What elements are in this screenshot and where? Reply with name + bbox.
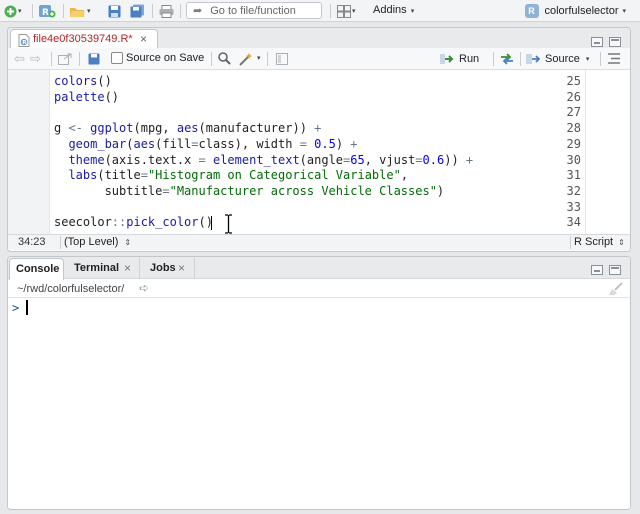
maximize-console-button[interactable] (609, 265, 621, 275)
console-path-bar: ~/rwd/colorfulselector/ ➪ (8, 280, 630, 298)
pane-layout-button[interactable]: ▾ (337, 3, 356, 19)
tab-jobs-label: Jobs (150, 262, 176, 274)
new-file-button[interactable]: ▾ (4, 3, 22, 19)
goto-file-input[interactable]: ➦ Go to file/function (186, 2, 322, 19)
editor-margin (585, 70, 630, 234)
code-line[interactable]: geom_bar(aes(fill=class), width = 0.5) + (54, 137, 357, 151)
run-button[interactable]: Run (440, 50, 479, 67)
tab-file-name: file4e0f30539749.R* (33, 33, 133, 45)
scope-label: (Top Level) (64, 236, 119, 248)
run-label: Run (459, 52, 480, 65)
minimize-console-button[interactable] (591, 265, 603, 275)
line-number: 26 (566, 89, 581, 104)
project-name: colorfulselector (544, 5, 619, 17)
new-project-icon: R (39, 5, 56, 18)
updown-icon: ⇕ (618, 237, 625, 247)
code-line[interactable]: theme(axis.text.x = element_text(angle=6… (54, 153, 473, 167)
text-cursor (211, 216, 212, 230)
save-file-icon[interactable] (88, 53, 100, 65)
source-on-save-checkbox[interactable] (111, 52, 123, 64)
r-file-icon: R (18, 34, 30, 47)
line-number: 25 (566, 74, 581, 88)
addins-label: Addins (373, 4, 407, 16)
line-number: 34 (566, 215, 581, 230)
code-line[interactable]: labs(title="Histogram on Categorical Var… (54, 168, 408, 182)
line-number: 27 (566, 105, 581, 120)
show-in-window-icon[interactable] (58, 53, 72, 65)
back-arrow-icon[interactable]: ⇦ (14, 51, 25, 67)
save-button[interactable] (108, 3, 121, 19)
code-line[interactable]: palette() (54, 90, 119, 104)
outline-icon[interactable] (276, 53, 288, 65)
console-cursor (26, 300, 28, 315)
file-type-selector[interactable]: R Script ⇕ (574, 236, 625, 248)
ibeam-cursor-icon (225, 214, 232, 234)
line-number: 28 (566, 121, 581, 136)
main-toolbar: ▾ R ▾ ➦ Go to file/function ▾ Addins ▾ R… (0, 0, 640, 22)
tab-jobs[interactable]: Jobs × (141, 258, 195, 279)
minimize-source-button[interactable] (591, 37, 603, 47)
line-number: 30 (566, 152, 581, 167)
file-type-label: R Script (574, 236, 614, 248)
tab-source-file[interactable]: R file4e0f30539749.R* × (10, 29, 158, 49)
folder-open-icon (70, 7, 85, 17)
plus-icon (4, 5, 17, 17)
svg-text:R: R (42, 8, 49, 18)
code-line[interactable]: subtitle="Manufacturer across Vehicle Cl… (54, 184, 445, 198)
search-icon[interactable] (218, 52, 231, 65)
tab-console-label: Console (16, 263, 60, 275)
print-button[interactable] (159, 3, 174, 19)
line-number: 29 (566, 136, 581, 151)
goto-placeholder: Go to file/function (210, 4, 296, 17)
line-number: 32 (566, 183, 581, 198)
code-line[interactable]: seecolor::pick_color() (54, 215, 213, 229)
source-arrow-icon (526, 53, 540, 64)
addins-menu[interactable]: Addins ▾ (373, 4, 414, 16)
source-button[interactable]: Source ▾ (526, 50, 589, 67)
goto-dir-arrow-icon[interactable]: ➪ (139, 281, 149, 295)
source-on-save-label: Source on Save (126, 52, 205, 64)
tab-terminal-label: Terminal (74, 262, 120, 274)
working-directory: ~/rwd/colorfulselector/ (17, 283, 125, 295)
save-icon (108, 5, 121, 17)
r-project-icon: R (524, 4, 539, 18)
magic-wand-icon[interactable] (239, 52, 253, 66)
code-editor[interactable]: 25 colors() 26 palette() 27 28 g <- ggplot(mpg… (8, 70, 585, 234)
open-file-button[interactable]: ▾ (69, 3, 91, 19)
forward-arrow-icon[interactable]: ⇨ (30, 51, 41, 67)
project-menu[interactable]: R colorfulselector ▾ (524, 4, 626, 18)
close-icon[interactable]: × (178, 261, 185, 275)
console-output[interactable]: > (8, 298, 630, 508)
line-number: 33 (566, 199, 581, 214)
new-project-button[interactable]: R (38, 3, 56, 19)
close-icon[interactable]: × (124, 261, 131, 275)
goto-arrow-icon: ➦ (193, 5, 203, 17)
cursor-position: 34:23 (18, 236, 46, 248)
line-number-gutter (8, 70, 50, 234)
save-all-icon (130, 4, 144, 18)
tab-close-icon[interactable]: × (140, 32, 147, 46)
print-icon (159, 4, 174, 18)
save-all-button[interactable] (130, 3, 145, 19)
source-label: Source (545, 52, 580, 65)
grid-icon (337, 4, 351, 18)
tab-terminal[interactable]: Terminal × (66, 258, 140, 279)
editor-status-bar: 34:23 (Top Level) ⇕ R Script ⇕ (8, 234, 630, 250)
broom-icon[interactable] (608, 282, 624, 296)
updown-icon: ⇕ (124, 237, 132, 247)
rerun-icon[interactable] (499, 53, 515, 65)
line-number: 31 (566, 168, 581, 183)
scope-selector[interactable]: (Top Level) ⇕ (64, 236, 131, 248)
maximize-source-button[interactable] (609, 37, 621, 47)
code-line[interactable]: g <- ggplot(mpg, aes(manufacturer)) + (54, 121, 321, 135)
tab-console[interactable]: Console (9, 258, 64, 280)
editor-toolbar: ⇦ ⇨ Source on Save ▾ Run Source ▾ (8, 48, 630, 70)
menu-lines-icon[interactable] (608, 53, 620, 64)
code-line[interactable]: colors() (54, 74, 112, 88)
console-prompt: > (12, 301, 20, 315)
run-arrow-icon (440, 53, 454, 64)
svg-text:R: R (22, 40, 27, 46)
